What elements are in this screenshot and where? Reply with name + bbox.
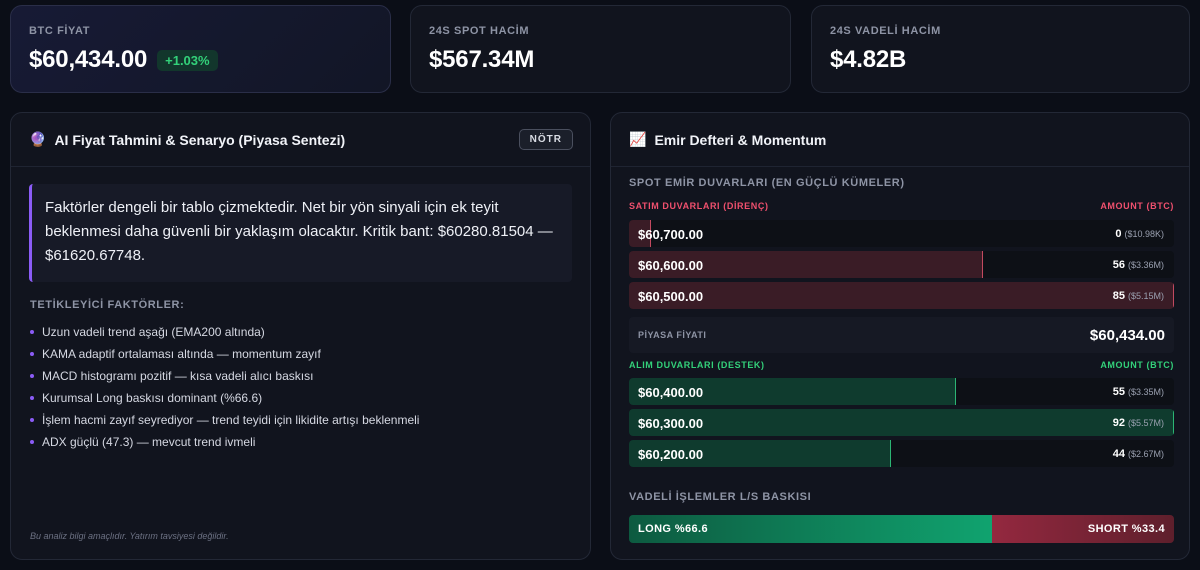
long-segment: LONG %66.6 (629, 515, 992, 543)
ask-amount: 0 ($10.98K) (1115, 228, 1164, 240)
list-item: İşlem hacmi zayıf seyrediyor — trend tey… (30, 409, 590, 431)
panel-header: 🔮 AI Fiyat Tahmini & Senaryo (Piyasa Sen… (11, 113, 590, 167)
ask-amount: 56 ($3.36M) (1113, 259, 1164, 271)
ls-heading: VADELİ İŞLEMLER L/S BASKISI (629, 491, 812, 503)
ai-panel-title: AI Fiyat Tahmini & Senaryo (Piyasa Sente… (54, 131, 346, 148)
ask-price: $60,500.00 (638, 289, 704, 304)
futures-volume-value: $4.82B (830, 46, 907, 73)
bid-amount: 55 ($3.35M) (1113, 386, 1164, 398)
bid-amount-btc: 55 (1112, 386, 1125, 398)
ask-amount-header: AMOUNT (BTC) (1100, 201, 1174, 211)
stat-label: BTC FİYAT (29, 25, 91, 37)
market-price-value: $60,434.00 (1089, 326, 1165, 344)
list-item: Uzun vadeli trend aşağı (EMA200 altında) (30, 321, 590, 343)
ask-amount-btc: 85 (1112, 290, 1125, 302)
ai-forecast-panel: 🔮 AI Fiyat Tahmini & Senaryo (Piyasa Sen… (10, 112, 591, 560)
factors-heading: TETİKLEYİCİ FAKTÖRLER: (30, 299, 185, 311)
ask-subheader: SATIM DUVARLARI (DİRENÇ) AMOUNT (BTC) (629, 201, 1174, 211)
list-item: ADX güçlü (47.3) — mevcut trend ivmeli (30, 431, 590, 453)
bid-amount-btc: 44 (1112, 448, 1125, 460)
ask-amount-usd: ($10.98K) (1124, 229, 1164, 239)
bid-row: $60,400.00 55 ($3.35M) (629, 378, 1174, 405)
bid-title: ALIM DUVARLARI (DESTEK) (629, 360, 765, 370)
bullet-icon (30, 418, 34, 422)
list-item: MACD histogramı pozitif — kısa vadeli al… (30, 365, 590, 387)
bid-price: $60,300.00 (638, 416, 704, 431)
bid-price: $60,200.00 (638, 447, 704, 462)
chart-increasing-icon: 📈 (629, 131, 647, 147)
factor-text: ADX güçlü (47.3) — mevcut trend ivmeli (42, 435, 256, 449)
order-panel-title: Emir Defteri & Momentum (654, 131, 827, 148)
bid-depth-bar (629, 409, 1174, 436)
bullet-icon (30, 374, 34, 378)
bid-amount-btc: 92 (1112, 417, 1125, 429)
bullet-icon (30, 330, 34, 334)
walls-heading: SPOT EMİR DUVARLARI (EN GÜÇLÜ KÜMELER) (629, 177, 905, 189)
short-segment: SHORT %33.4 (991, 515, 1174, 543)
long-short-bar: LONG %66.6 SHORT %33.4 (629, 515, 1174, 543)
ask-row: $60,700.00 0 ($10.98K) (629, 220, 1174, 247)
bullet-icon (30, 440, 34, 444)
ask-amount-usd: ($5.15M) (1127, 291, 1164, 301)
panel-title: 📈 Emir Defteri & Momentum (629, 131, 826, 148)
sentiment-badge: NÖTR (518, 129, 573, 150)
bid-price: $60,400.00 (638, 385, 704, 400)
factor-text: KAMA adaptif ortalaması altında — moment… (42, 347, 321, 361)
list-item: Kurumsal Long baskısı dominant (%66.6) (30, 387, 590, 409)
btc-price-value: $60,434.00 (29, 46, 148, 73)
forecast-summary: Faktörler dengeli bir tablo çizmektedir.… (29, 184, 572, 282)
bid-amount-usd: ($5.57M) (1127, 418, 1164, 428)
market-price-row: PİYASA FİYATI $60,434.00 (629, 317, 1174, 353)
market-price-label: PİYASA FİYATI (638, 330, 707, 340)
ask-depth-bar (629, 282, 1174, 309)
crystal-ball-icon: 🔮 (29, 131, 47, 147)
stat-label: 24S SPOT HACİM (429, 25, 530, 37)
ask-amount-usd: ($3.36M) (1127, 260, 1164, 270)
stat-card-spot-volume: 24S SPOT HACİM $567.34M (410, 5, 791, 93)
bid-subheader: ALIM DUVARLARI (DESTEK) AMOUNT (BTC) (629, 360, 1174, 370)
ask-amount-btc: 56 (1112, 259, 1125, 271)
ask-title: SATIM DUVARLARI (DİRENÇ) (629, 201, 769, 211)
ask-price: $60,600.00 (638, 258, 704, 273)
factor-text: İşlem hacmi zayıf seyrediyor — trend tey… (42, 413, 420, 427)
stat-label: 24S VADELİ HACİM (830, 25, 941, 37)
ask-amount-btc: 0 (1115, 228, 1122, 240)
factor-text: Kurumsal Long baskısı dominant (%66.6) (42, 391, 263, 405)
stat-card-btc-price: BTC FİYAT $60,434.00 +1.03% (10, 5, 391, 93)
disclaimer: Bu analiz bilgi amaçlıdır. Yatırım tavsi… (30, 531, 229, 541)
bullet-icon (30, 352, 34, 356)
spot-volume-value: $567.34M (429, 46, 535, 73)
bid-amount: 44 ($2.67M) (1113, 448, 1164, 460)
order-book-panel: 📈 Emir Defteri & Momentum SPOT EMİR DUVA… (610, 112, 1190, 560)
panel-title: 🔮 AI Fiyat Tahmini & Senaryo (Piyasa Sen… (29, 131, 345, 148)
bid-amount: 92 ($5.57M) (1113, 417, 1164, 429)
price-change-badge: +1.03% (157, 49, 218, 71)
bid-row: $60,300.00 92 ($5.57M) (629, 409, 1174, 436)
bid-row: $60,200.00 44 ($2.67M) (629, 440, 1174, 467)
bid-amount-usd: ($3.35M) (1127, 387, 1164, 397)
list-item: KAMA adaptif ortalaması altında — moment… (30, 343, 590, 365)
ask-row: $60,500.00 85 ($5.15M) (629, 282, 1174, 309)
factors-list: Uzun vadeli trend aşağı (EMA200 altında)… (30, 321, 590, 453)
stat-card-futures-volume: 24S VADELİ HACİM $4.82B (811, 5, 1190, 93)
panel-header: 📈 Emir Defteri & Momentum (611, 113, 1189, 167)
factor-text: MACD histogramı pozitif — kısa vadeli al… (42, 369, 314, 383)
bullet-icon (30, 396, 34, 400)
ask-price: $60,700.00 (638, 227, 704, 242)
factor-text: Uzun vadeli trend aşağı (EMA200 altında) (42, 325, 265, 339)
ask-row: $60,600.00 56 ($3.36M) (629, 251, 1174, 278)
bid-amount-header: AMOUNT (BTC) (1100, 360, 1174, 370)
ask-amount: 85 ($5.15M) (1113, 290, 1164, 302)
bid-amount-usd: ($2.67M) (1127, 449, 1164, 459)
